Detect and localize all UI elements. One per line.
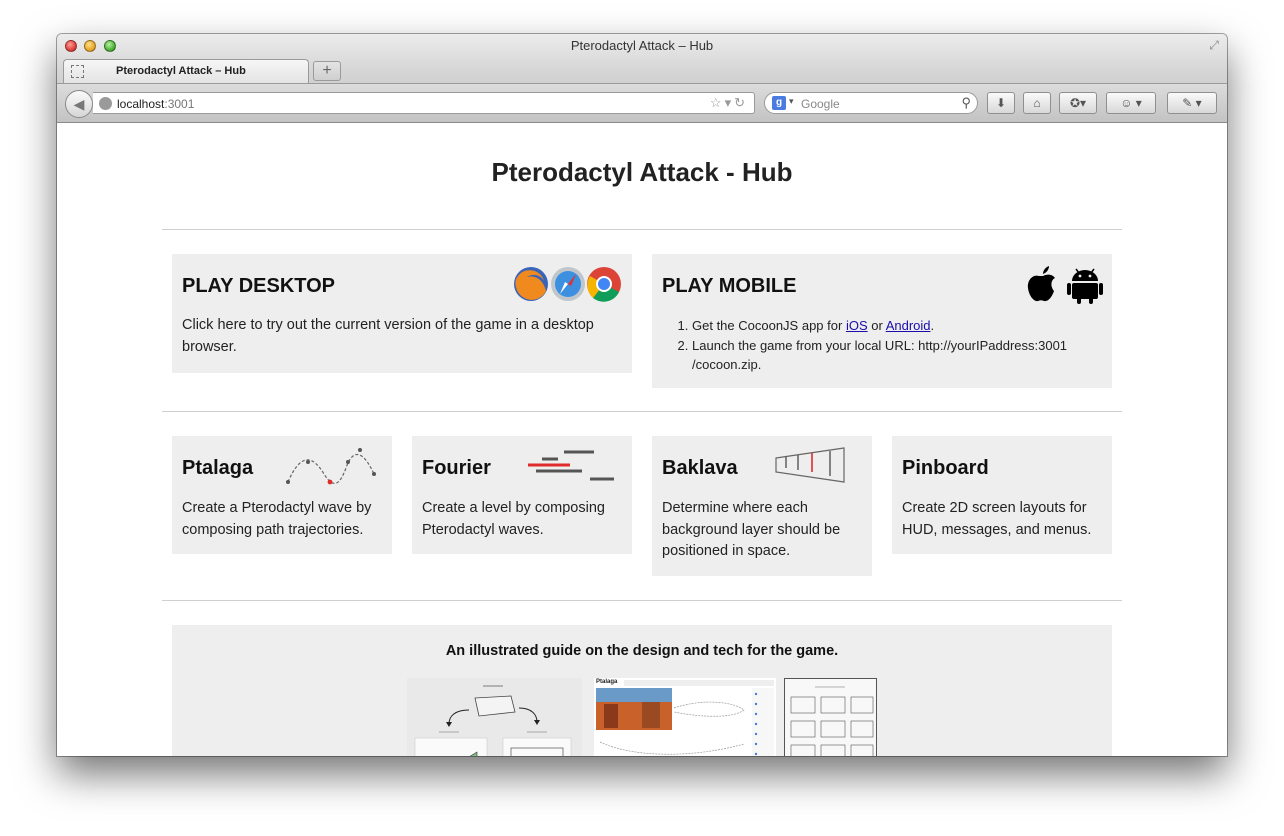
ptalaga-text: Create a Pterodactyl wave by composing p… [182,500,372,538]
new-tab-button[interactable]: + [313,61,341,81]
play-desktop-card[interactable]: PLAY DESKTOP Click here to try out the c… [172,254,632,373]
baklava-heading: Baklava [662,457,738,479]
guide-card[interactable]: An illustrated guide on the design and t… [172,625,1112,756]
download-arrow-icon: ⬇ [995,96,1007,110]
search-engine-dropdown-icon[interactable]: ▾ [789,96,794,107]
ptalaga-card[interactable]: Ptalaga Create a Pterodactyl wave by com… [172,436,392,554]
android-link[interactable]: Android [886,318,931,333]
globe-icon [99,97,112,110]
back-arrow-icon: ◀ [73,96,85,112]
guide-thumbnail-1[interactable] [407,678,582,756]
browser-chrome: Pterodactyl Attack – Hub ⤢ Pterodactyl A… [57,34,1227,123]
tab-active[interactable]: Pterodactyl Attack – Hub [63,59,309,83]
url-bar-icons: ☆▾↻ [710,95,748,111]
monkey-addon-icon: ☺ ▾ [1120,96,1142,110]
search-icon[interactable]: ⚲ [961,95,971,111]
tab-label: Pterodactyl Attack – Hub [116,65,246,77]
play-mobile-card: PLAY MOBILE 1. Get the CocoonJS app for … [652,254,1112,388]
android-icon [1067,268,1103,304]
mobile-step-1: Get the CocoonJS app for iOS or Android. [692,316,1112,336]
url-port: :3001 [164,97,195,111]
chrome-icon [587,267,621,302]
baklava-card[interactable]: Baklava Determine where each background … [652,436,872,576]
bookmark-star-icon[interactable]: ☆ [710,95,725,110]
fourier-heading: Fourier [422,457,491,479]
storyboard-sketch-image [790,686,874,756]
divider [162,600,1122,601]
divider [162,411,1122,412]
browser-window: Pterodactyl Attack – Hub ⤢ Pterodactyl A… [57,34,1227,756]
diagram-sketch-image [414,685,572,756]
bookmarks-icon: ✪▾ [1069,96,1087,110]
history-dropdown-icon[interactable]: ▾ [725,95,735,110]
google-icon[interactable]: g [772,96,786,110]
platform-icons [1027,266,1103,304]
fourier-text: Create a level by composing Pterodactyl … [422,500,605,538]
home-icon: ⌂ [1033,96,1041,110]
step1-prefix: Get the CocoonJS app for [692,318,846,333]
reload-icon[interactable]: ↻ [734,95,748,110]
play-desktop-heading: PLAY DESKTOP [182,275,336,297]
navigation-toolbar: localhost:3001 ☆▾↻ ◀ g ▾ Google ⚲ ⬇ ⌂ ✪▾… [57,83,1227,122]
guide-thumbnail-2[interactable]: Ptalaga [594,678,776,756]
url-host: localhost [117,97,165,111]
pinboard-text: Create 2D screen layouts for HUD, messag… [902,500,1092,538]
back-button[interactable]: ◀ [65,90,93,118]
ios-link[interactable]: iOS [846,318,868,333]
guide-title: An illustrated guide on the design and t… [445,643,839,659]
play-desktop-text: Click here to try out the current versio… [182,317,594,355]
url-text[interactable]: localhost:3001 [117,97,194,111]
step1-suffix: . [930,318,935,333]
ptalaga-editor-image [596,680,774,756]
pinboard-card[interactable]: Pinboard Create 2D screen layouts for HU… [892,436,1112,554]
path-trajectory-icon [286,448,376,485]
search-input[interactable]: Google [801,97,840,111]
browser-icons [514,267,621,302]
addon-menu-button[interactable]: ☺ ▾ [1106,92,1156,114]
mobile-step-2: Launch the game from your local URL: htt… [692,336,1112,375]
page-title: Pterodactyl Attack - Hub [491,157,793,187]
bookmarks-menu-button[interactable]: ✪▾ [1059,92,1097,114]
developer-tools-button[interactable]: ✎ ▾ [1167,92,1217,114]
step1-or: or [867,318,886,333]
fullscreen-icon[interactable]: ⤢ [1207,38,1221,52]
mobile-steps-list: Get the CocoonJS app for iOS or Android.… [662,316,1112,375]
eyedropper-icon: ✎ ▾ [1182,96,1202,110]
ptalaga-heading: Ptalaga [182,457,254,479]
downloads-button[interactable]: ⬇ [987,92,1015,114]
wave-layers-icon [528,450,614,481]
firefox-icon [514,267,548,301]
apple-icon [1027,266,1055,302]
baklava-text: Determine where each background layer sh… [662,500,841,559]
search-bar[interactable]: g ▾ Google ⚲ [764,92,978,114]
parallax-layers-icon [775,447,845,483]
fourier-card[interactable]: Fourier Create a level by composing Pter… [412,436,632,554]
guide-thumbnail-3[interactable] [784,678,877,756]
page-content: Pterodactyl Attack - Hub PLAY DESKTOP Cl… [57,123,1227,756]
safari-icon [551,267,585,301]
url-bar[interactable]: localhost:3001 ☆▾↻ [93,92,755,114]
home-button[interactable]: ⌂ [1023,92,1051,114]
divider [162,229,1122,230]
play-mobile-heading: PLAY MOBILE [662,275,797,297]
window-title: Pterodactyl Attack – Hub [570,38,714,53]
pinboard-heading: Pinboard [902,457,989,479]
page-favicon-icon [71,65,84,78]
